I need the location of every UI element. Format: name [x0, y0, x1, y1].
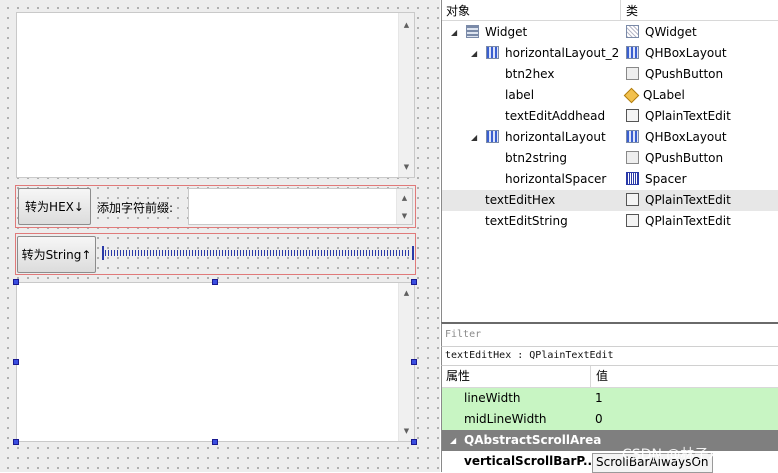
btn2string-button[interactable]: 转为String↑ [17, 236, 96, 273]
tree-class-name: QLabel [643, 88, 685, 102]
tree-row[interactable]: textEditAddhead QPlainTextEdit [442, 106, 778, 127]
text-edit-addhead[interactable]: ▲ ▼ [188, 188, 413, 225]
string-scroll-down-icon[interactable]: ▼ [399, 425, 414, 437]
text-edit-hex[interactable]: ▲ ▼ [16, 12, 415, 178]
column-property[interactable]: 属性 [446, 366, 470, 387]
resize-handle-bm[interactable] [212, 439, 218, 445]
group-expand-arrow-icon[interactable]: ◢ [450, 430, 456, 451]
object-inspector-header: 对象 类 [442, 0, 778, 21]
property-name: midLineWidth [464, 412, 547, 426]
resize-handle-tm[interactable] [212, 279, 218, 285]
property-object-class: textEditHex : QPlainTextEdit [441, 346, 778, 366]
property-name: lineWidth [464, 391, 521, 405]
property-filter-input[interactable]: Filter [441, 322, 778, 346]
tree-object-name: horizontalSpacer [505, 172, 607, 186]
hbox-layout-icon [486, 130, 499, 143]
btn2hex-button[interactable]: 转为HEX↓ [18, 188, 91, 225]
tree-class-name: QHBoxLayout [645, 46, 727, 60]
property-row[interactable]: midLineWidth 0 [442, 409, 778, 431]
property-editor: 属性 值 lineWidth 1 midLineWidth 0 ◢ QAbstr… [441, 366, 778, 473]
scroll-down-arrow-icon[interactable]: ▼ [399, 161, 414, 173]
tree-class-name: QHBoxLayout [645, 130, 727, 144]
plain-text-edit-icon [626, 214, 639, 227]
plain-text-edit-icon [626, 193, 639, 206]
horizontal-spacer[interactable] [102, 246, 414, 260]
tree-class-name: QPlainTextEdit [645, 214, 731, 228]
tree-object-name: textEditAddhead [505, 109, 606, 123]
label-tag-icon [623, 87, 640, 104]
form-canvas: ▲ ▼ 转为HEX↓ 添加字符前缀: ▲ ▼ 转为String↑ ▲ ▼ [0, 0, 440, 472]
qhboxlayout-class-icon [626, 130, 639, 143]
push-button-icon [626, 151, 639, 164]
column-value[interactable]: 值 [596, 366, 608, 387]
addhead-scrollbar[interactable]: ▲ ▼ [396, 189, 412, 224]
expand-arrow-icon[interactable]: ◢ [471, 127, 477, 148]
property-group-name: QAbstractScrollArea [464, 433, 602, 447]
tree-class-name: QPlainTextEdit [645, 193, 731, 207]
qhboxlayout-class-icon [626, 46, 639, 59]
text-edit-string[interactable]: ▲ ▼ [16, 282, 415, 442]
tree-class-name: QPushButton [645, 67, 724, 81]
tree-object-name: Widget [485, 25, 528, 39]
resize-handle-br[interactable] [411, 439, 417, 445]
tree-row[interactable]: btn2string QPushButton [442, 148, 778, 169]
resize-handle-tr[interactable] [411, 279, 417, 285]
tree-row[interactable]: ◢ Widget QWidget [442, 22, 778, 43]
tree-object-name: label [505, 88, 535, 102]
column-class[interactable]: 类 [626, 2, 638, 19]
tree-row[interactable]: textEditString QPlainTextEdit [442, 211, 778, 232]
string-scroll-up-icon[interactable]: ▲ [399, 287, 414, 299]
resize-handle-ml[interactable] [13, 359, 19, 365]
property-value[interactable]: 0 [595, 409, 603, 430]
tree-row[interactable]: horizontalSpacer Spacer [442, 169, 778, 190]
property-value[interactable]: 1 [595, 388, 603, 409]
watermark: CSDN @林子xxx [622, 447, 734, 463]
tree-row[interactable]: label QLabel [442, 85, 778, 106]
tree-object-name: horizontalLayout [505, 130, 606, 144]
resize-handle-bl[interactable] [13, 439, 19, 445]
addhead-label: 添加字符前缀: [97, 201, 174, 215]
tree-row[interactable]: btn2hex QPushButton [442, 64, 778, 85]
object-class-label: textEditHex : QPlainTextEdit [445, 350, 614, 361]
widget-icon [466, 25, 479, 38]
expand-arrow-icon[interactable]: ◢ [471, 43, 477, 64]
addhead-scroll-up-icon[interactable]: ▲ [397, 192, 412, 204]
qwidget-class-icon [626, 25, 639, 38]
tree-class-name: QPlainTextEdit [645, 109, 731, 123]
filter-placeholder: Filter [445, 329, 482, 340]
tree-object-name: btn2string [505, 151, 568, 165]
vertical-scrollbar[interactable]: ▲ ▼ [398, 13, 414, 177]
tree-class-name: QPushButton [645, 151, 724, 165]
column-object[interactable]: 对象 [446, 2, 470, 19]
push-button-icon [626, 67, 639, 80]
tree-object-name: btn2hex [505, 67, 555, 81]
expand-arrow-icon[interactable]: ◢ [451, 22, 457, 43]
tree-class-name: Spacer [645, 172, 687, 186]
tree-object-name: textEditHex [485, 193, 556, 207]
tree-row[interactable]: ◢ horizontalLayout_2 QHBoxLayout [442, 43, 778, 64]
addhead-scroll-down-icon[interactable]: ▼ [397, 210, 412, 222]
plain-text-edit-icon [626, 109, 639, 122]
tree-class-name: QWidget [645, 25, 697, 39]
tree-object-name: textEditString [485, 214, 568, 228]
resize-handle-mr[interactable] [411, 359, 417, 365]
property-name: verticalScrollBarP... [464, 454, 597, 468]
property-row[interactable]: lineWidth 1 [442, 388, 778, 410]
tree-object-name: horizontalLayout_2 [505, 46, 620, 60]
property-header: 属性 值 [442, 366, 778, 388]
scroll-up-arrow-icon[interactable]: ▲ [399, 19, 414, 31]
object-inspector: 对象 类 ◢ Widget QWidget ◢ horizontalLayout… [441, 0, 778, 322]
spacer-icon [626, 172, 639, 185]
tree-row-selected[interactable]: textEditHex QPlainTextEdit [442, 190, 778, 211]
resize-handle-tl[interactable] [13, 279, 19, 285]
tree-row[interactable]: ◢ horizontalLayout QHBoxLayout [442, 127, 778, 148]
hbox-layout-icon [486, 46, 499, 59]
